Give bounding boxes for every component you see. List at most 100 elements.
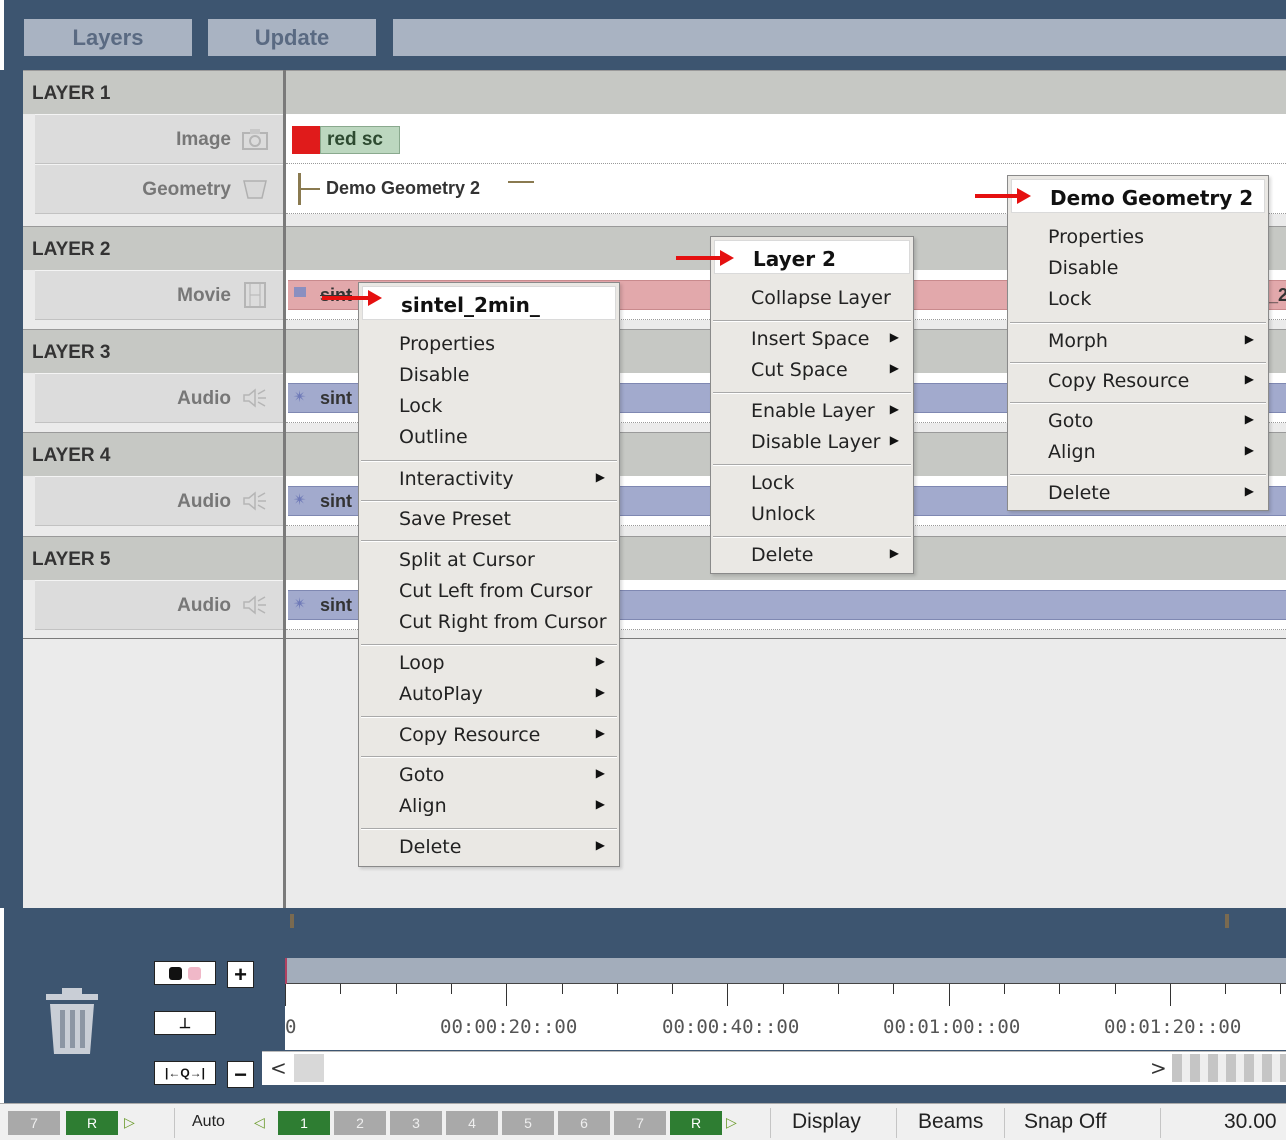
lock-icon	[169, 966, 182, 980]
menu-item-autoplay[interactable]: AutoPlay ▶	[359, 683, 619, 713]
scroll-left-arrow[interactable]: <	[270, 1056, 287, 1080]
cue-r-button[interactable]: R	[670, 1111, 722, 1135]
menu-item-delete[interactable]: Delete ▶	[711, 544, 913, 574]
ruler-tick	[562, 984, 563, 994]
layer-header[interactable]: LAYER 1	[23, 70, 283, 114]
cue-button[interactable]: 3	[390, 1111, 442, 1135]
display-button[interactable]: Display	[792, 1110, 861, 1134]
ruler-tick	[727, 984, 728, 1006]
menu-item-disable[interactable]: Disable	[1008, 257, 1268, 287]
menu-item-lock[interactable]: Lock	[359, 395, 619, 425]
status-separator	[174, 1108, 175, 1138]
menu-item-delete[interactable]: Delete ▶	[359, 836, 619, 866]
menu-item-loop[interactable]: Loop ▶	[359, 652, 619, 682]
play-icon[interactable]: ▷	[124, 1114, 135, 1131]
submenu-arrow-icon: ▶	[595, 685, 605, 699]
time-label: 00:01:20::00	[1104, 1016, 1242, 1038]
cue-button[interactable]: 1	[278, 1111, 330, 1135]
menu-item-save-preset[interactable]: Save Preset	[359, 508, 619, 538]
menu-item-outline[interactable]: Outline	[359, 426, 619, 456]
menu-item-properties[interactable]: Properties	[359, 333, 619, 363]
menu-item-enable-layer[interactable]: Enable Layer ▶	[711, 400, 913, 430]
menu-item-copy-resource[interactable]: Copy Resource ▶	[359, 724, 619, 754]
snap-toggle[interactable]: Snap Off	[1024, 1110, 1107, 1134]
menu-item-cut-space[interactable]: Cut Space ▶	[711, 359, 913, 389]
status-cue-number[interactable]: 7	[8, 1111, 60, 1135]
snap-split-button[interactable]: ⊥	[154, 1011, 216, 1035]
geometry-icon	[241, 175, 269, 203]
zoom-out-button[interactable]: −	[227, 1061, 254, 1088]
update-button[interactable]: Update	[208, 19, 376, 56]
audio-clip-label: sint	[320, 491, 353, 511]
scroll-right-arrow[interactable]: >	[1150, 1056, 1167, 1080]
layer-header[interactable]: LAYER 4	[23, 432, 283, 476]
timeline-empty-area	[23, 638, 1286, 639]
submenu-arrow-icon: ▶	[1244, 443, 1254, 457]
beams-button[interactable]: Beams	[918, 1110, 983, 1134]
scroll-segment-bar[interactable]	[1172, 1054, 1286, 1082]
submenu-arrow-icon: ▶	[1244, 412, 1254, 426]
menu-item-insert-space[interactable]: Insert Space ▶	[711, 328, 913, 358]
lock-toggle-button[interactable]	[154, 961, 216, 985]
menu-item-morph[interactable]: Morph ▶	[1008, 330, 1268, 360]
menu-item-disable-layer[interactable]: Disable Layer ▶	[711, 431, 913, 461]
layer-name: LAYER 5	[32, 549, 111, 570]
timeline-ruler[interactable]: 0 00:00:20::00 00:00:40::00 00:01:00::00…	[285, 958, 1286, 1050]
track-header-movie[interactable]: Movie	[35, 270, 283, 320]
zoom-in-button[interactable]: +	[227, 961, 254, 988]
menu-item-copy-resource[interactable]: Copy Resource ▶	[1008, 370, 1268, 400]
menu-item-unlock[interactable]: Unlock	[711, 503, 913, 533]
menu-item-lock[interactable]: Lock	[711, 472, 913, 502]
prev-icon[interactable]: ◁	[254, 1114, 265, 1131]
play-icon[interactable]: ▷	[726, 1114, 737, 1131]
track-header-audio[interactable]: Audio	[35, 476, 283, 526]
unlock-icon	[188, 966, 201, 980]
menu-item-align[interactable]: Align ▶	[1008, 441, 1268, 471]
status-separator	[770, 1108, 771, 1138]
menu-item-disable[interactable]: Disable	[359, 364, 619, 394]
track-header-audio[interactable]: Audio	[35, 373, 283, 423]
submenu-arrow-icon: ▶	[1244, 332, 1254, 346]
geometry-clip-arrow-icon	[508, 181, 534, 183]
menu-item-properties[interactable]: Properties	[1008, 226, 1268, 256]
track-header-image[interactable]: Image	[35, 114, 283, 164]
cue-button[interactable]: 5	[502, 1111, 554, 1135]
menu-item-delete[interactable]: Delete ▶	[1008, 482, 1268, 512]
cue-button[interactable]: 6	[558, 1111, 610, 1135]
scroll-thumb[interactable]	[294, 1054, 324, 1082]
menu-item-collapse-layer[interactable]: Collapse Layer	[711, 287, 913, 317]
trash-icon[interactable]	[40, 986, 104, 1058]
menu-item-lock[interactable]: Lock	[1008, 288, 1268, 318]
audio-clip-icon: ✴	[293, 389, 307, 406]
menu-item-cut-left[interactable]: Cut Left from Cursor	[359, 580, 619, 610]
menu-item-split-at-cursor[interactable]: Split at Cursor	[359, 549, 619, 579]
cue-button[interactable]: 4	[446, 1111, 498, 1135]
menu-item-goto[interactable]: Goto ▶	[1008, 410, 1268, 440]
audio-clip-label: sint	[320, 388, 353, 408]
track-row-image[interactable]: red sc	[286, 114, 1286, 164]
status-r-button[interactable]: R	[66, 1111, 118, 1135]
image-clip[interactable]: red sc	[320, 126, 400, 154]
time-label: 00:01:00::00	[883, 1016, 1021, 1038]
cue-button[interactable]: 2	[334, 1111, 386, 1135]
speaker-icon	[241, 591, 269, 619]
layers-button[interactable]: Layers	[24, 19, 192, 56]
track-header-geometry[interactable]: Geometry	[35, 164, 283, 214]
menu-item-cut-right[interactable]: Cut Right from Cursor	[359, 611, 619, 641]
geometry-clip[interactable]: Demo Geometry 2	[326, 178, 480, 199]
layer-header[interactable]: LAYER 5	[23, 536, 283, 580]
ruler-tick	[893, 984, 894, 994]
movie-clip-icon	[294, 287, 306, 297]
zoom-fit-button[interactable]: |←Q→|	[154, 1061, 216, 1085]
layer-header[interactable]: LAYER 2	[23, 226, 283, 270]
ruler-tick	[1280, 984, 1281, 994]
menu-separator	[1010, 362, 1266, 364]
menu-item-goto[interactable]: Goto ▶	[359, 764, 619, 794]
cue-button[interactable]: 7	[614, 1111, 666, 1135]
menu-item-align[interactable]: Align ▶	[359, 795, 619, 825]
track-header-audio[interactable]: Audio	[35, 580, 283, 630]
horizontal-scrollbar[interactable]: < >	[262, 1051, 1286, 1085]
menu-item-interactivity[interactable]: Interactivity ▶	[359, 468, 619, 498]
layer-header[interactable]: LAYER 3	[23, 329, 283, 373]
audio-clip-label: sint	[320, 595, 353, 615]
